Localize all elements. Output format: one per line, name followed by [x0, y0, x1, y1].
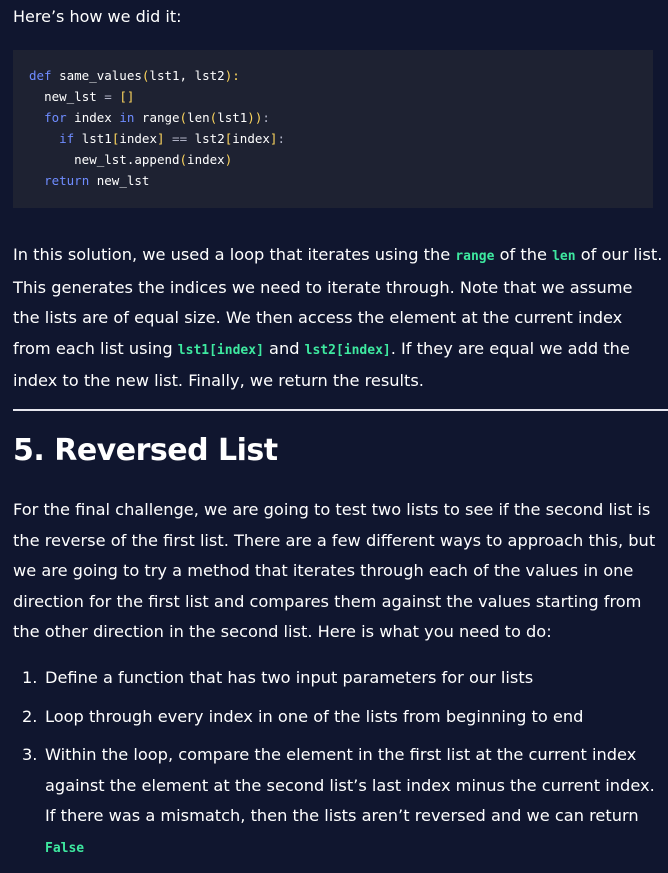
step-text: Define a function that has two input par… [45, 668, 534, 687]
code-text: lst1 [217, 110, 248, 125]
list-item: 2. Loop through every index in one of the… [13, 702, 663, 733]
code-text: new_lst [44, 89, 97, 104]
code-keyword: in [119, 110, 135, 125]
code-line: for index in range(len(lst1)): [29, 107, 637, 128]
code-line: return new_lst [29, 170, 637, 191]
code-text: index [232, 131, 270, 146]
step-number: 1. [22, 668, 38, 687]
code-line: if lst1[index] == lst2[index]: [29, 128, 637, 149]
code-block: def same_values(lst1, lst2): new_lst = [… [13, 50, 653, 208]
code-line: new_lst = [] [29, 86, 637, 107]
code-text: index [66, 110, 120, 125]
paragraph-text: In this solution, we used a loop that it… [13, 245, 456, 264]
code-text: range [134, 110, 180, 125]
code-op: : [262, 110, 270, 125]
intro-text: Here’s how we did it: [13, 7, 182, 26]
code-punct: ): [224, 68, 240, 83]
code-punct: ) [224, 152, 233, 167]
inline-code-len: len [552, 249, 576, 264]
code-punct: ( [179, 110, 188, 125]
list-item: 1. Define a function that has two input p… [13, 663, 663, 694]
code-op: : [277, 131, 285, 146]
code-punct: )) [247, 110, 263, 125]
code-punct: ] [156, 131, 165, 146]
code-keyword: for [44, 110, 67, 125]
code-text: same_values [51, 68, 142, 83]
paragraph-text: of the [494, 245, 553, 264]
code-keyword: return [44, 173, 90, 188]
code-text: lst2 [194, 131, 225, 146]
code-punct: ( [179, 152, 188, 167]
step-text: Within the loop, compare the element in … [45, 745, 655, 826]
challenge-paragraph: For the final challenge, we are going to… [13, 500, 656, 642]
inline-code-range: range [455, 249, 495, 264]
inline-code-false: False [45, 840, 85, 856]
solution-paragraph: In this solution, we used a loop that it… [13, 240, 663, 397]
inline-code-lst1-index: lst1[index] [177, 342, 264, 358]
code-text: new_lst [89, 173, 150, 188]
section-divider [13, 409, 668, 411]
section-heading: 5. Reversed List [13, 433, 278, 468]
code-text: lst1 [74, 131, 112, 146]
step-number: 2. [22, 706, 38, 726]
step-number: 3. [22, 745, 38, 765]
code-text: lst1, lst2 [149, 68, 225, 83]
code-text: new_lst.append [74, 152, 180, 167]
code-line: new_lst.append(index) [29, 149, 637, 170]
steps-list: 1. Define a function that has two input p… [13, 663, 663, 873]
list-item: 3. Within the loop, compare the element i… [13, 740, 663, 864]
inline-code-lst2-index: lst2[index] [304, 342, 391, 358]
code-text: index [187, 152, 225, 167]
code-keyword: if [59, 131, 75, 146]
code-op: = [96, 89, 120, 104]
step-text: Loop through every index in one of the l… [45, 706, 584, 726]
paragraph-text: and [263, 338, 305, 358]
code-keyword: def [29, 68, 52, 83]
code-text: len [187, 110, 210, 125]
code-text: index [119, 131, 157, 146]
code-op: == [164, 131, 195, 146]
code-line: def same_values(lst1, lst2): [29, 65, 637, 86]
code-punct: [] [119, 89, 135, 104]
